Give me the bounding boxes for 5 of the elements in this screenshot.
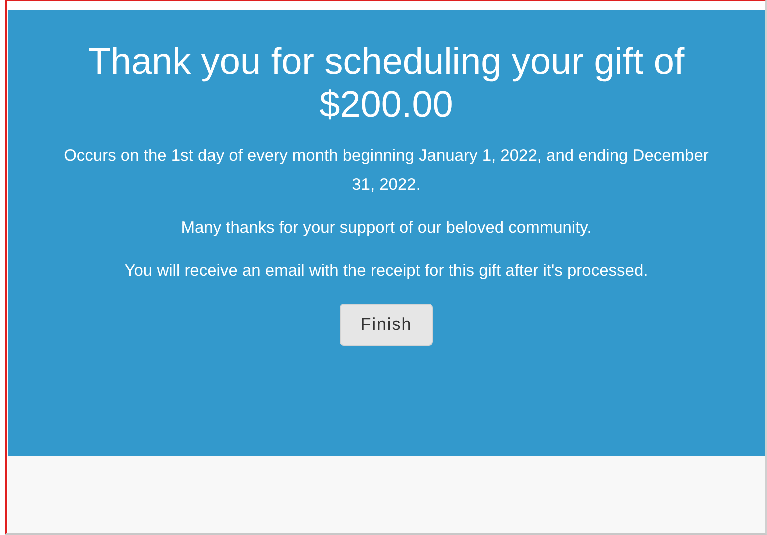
message-text: You will receive an email with the receipt for this gift after it's processed. [124, 261, 648, 282]
finish-button[interactable]: Finish [340, 304, 434, 346]
message-text: Occurs on the 1st day of every month beginning January 1, 2022, and ending December 31, 2022. [63, 146, 710, 196]
thank-you-heading: Thank you for scheduling your gift of $200.00 [87, 40, 686, 126]
message-text: Many thanks for your support of our beloved community. [181, 218, 592, 239]
